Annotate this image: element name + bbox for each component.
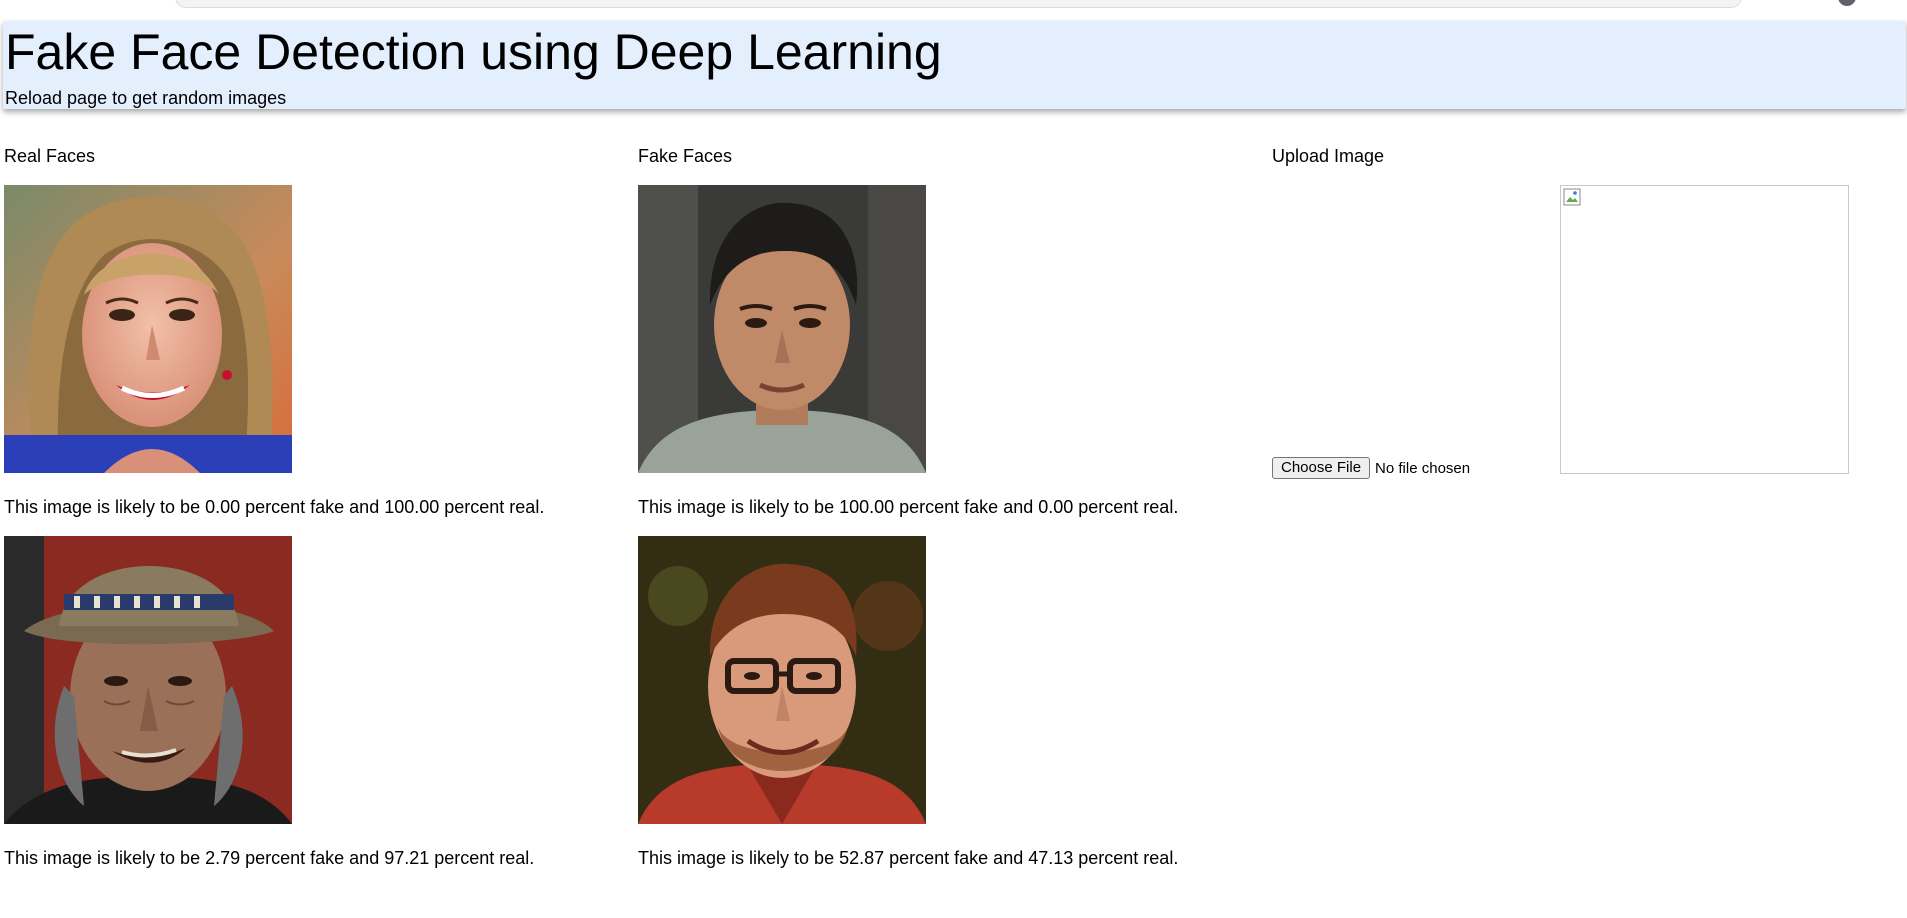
page-header: Fake Face Detection using Deep Learning …: [3, 21, 1906, 109]
file-upload-control[interactable]: Choose File No file chosen: [1272, 457, 1470, 479]
real-face-caption-2: This image is likely to be 2.79 percent …: [4, 848, 535, 868]
address-bar[interactable]: [175, 0, 1742, 8]
broken-image-icon: [1563, 188, 1581, 206]
file-status-text: No file chosen: [1375, 459, 1471, 477]
real-face-image-2: [4, 536, 292, 824]
page-title: Fake Face Detection using Deep Learning: [5, 24, 942, 80]
fake-face-image-1: [638, 185, 926, 473]
profile-avatar[interactable]: [1838, 0, 1856, 6]
real-face-image-1: [4, 185, 292, 473]
fake-faces-heading: Fake Faces: [638, 146, 733, 166]
page-subtitle: Reload page to get random images: [5, 88, 287, 108]
fake-face-image-2: [638, 536, 926, 824]
upload-image-heading: Upload Image: [1272, 146, 1385, 166]
uploaded-image-preview: [1560, 185, 1849, 474]
real-face-caption-1: This image is likely to be 0.00 percent …: [4, 497, 545, 517]
browser-chrome-strip: [0, 0, 1907, 10]
fake-face-caption-2: This image is likely to be 52.87 percent…: [638, 848, 1179, 868]
real-faces-heading: Real Faces: [4, 146, 96, 166]
choose-file-button[interactable]: Choose File: [1272, 457, 1371, 479]
fake-face-caption-1: This image is likely to be 100.00 percen…: [638, 497, 1179, 517]
